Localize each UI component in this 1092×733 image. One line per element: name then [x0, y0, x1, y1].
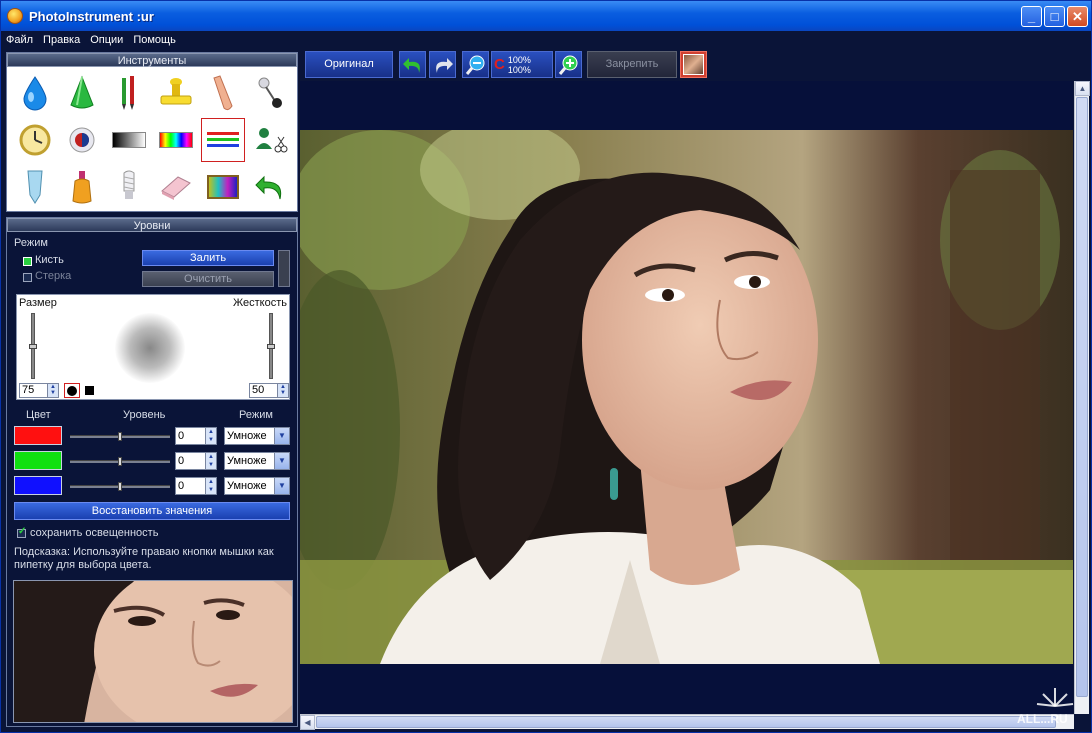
- brush-shape-square[interactable]: [85, 386, 94, 395]
- finger-icon[interactable]: [201, 71, 245, 115]
- brush-shape-round[interactable]: [64, 383, 80, 398]
- zoom-fit-button[interactable]: C 100% 100%: [491, 51, 553, 78]
- stamp-icon[interactable]: [154, 71, 198, 115]
- levels-icon[interactable]: [201, 118, 245, 162]
- image-canvas[interactable]: [300, 81, 1073, 714]
- minimize-button[interactable]: _: [1021, 6, 1042, 27]
- size-slider[interactable]: [29, 313, 37, 379]
- clone-scissors-icon[interactable]: [248, 118, 292, 162]
- fill-button[interactable]: Залить: [142, 250, 274, 266]
- preview-thumbnail: [13, 580, 293, 723]
- bottle-icon[interactable]: [60, 165, 104, 209]
- preserve-lightness-checkbox[interactable]: ✓: [17, 526, 26, 538]
- tube-icon[interactable]: [13, 165, 57, 209]
- clear-button[interactable]: Очистить: [142, 271, 274, 287]
- vertical-scroll-thumb[interactable]: [1076, 97, 1088, 697]
- menu-help[interactable]: Помощь: [128, 34, 181, 46]
- menu-edit[interactable]: Правка: [38, 34, 85, 46]
- mode-header: Режим: [239, 409, 273, 421]
- brushes-icon[interactable]: [107, 71, 151, 115]
- size-spinner[interactable]: 75 ▲ ▼: [19, 383, 59, 398]
- gradient-gray-icon[interactable]: [107, 118, 151, 162]
- tool-grid: [7, 67, 297, 212]
- cone-icon[interactable]: [60, 71, 104, 115]
- brush-label: Кисть: [35, 254, 64, 266]
- hardness-label: Жесткость: [232, 297, 287, 309]
- original-button[interactable]: Оригинал: [305, 51, 393, 78]
- channel-level-spinner[interactable]: 0 ▲ ▼: [175, 477, 217, 495]
- main-photo: [300, 130, 1073, 664]
- brush-settings-box: Размер Жесткость 75 ▲ ▼ 50 ▲ ▼: [16, 294, 290, 400]
- hardness-spinner[interactable]: 50 ▲ ▼: [249, 383, 289, 398]
- pin-icon[interactable]: [248, 71, 292, 115]
- channel-color-swatch[interactable]: [14, 426, 62, 445]
- app-icon: [7, 8, 23, 24]
- restore-values-button[interactable]: Восстановить значения: [14, 502, 290, 520]
- hint-text: Подсказка: Используйте праваю кнопки мыш…: [14, 546, 274, 571]
- color-header: Цвет: [26, 409, 51, 421]
- channel-mode-select[interactable]: Умноже ▼: [224, 452, 290, 470]
- app-window: PhotoInstrument :ur _ □ ✕ Файл Правка Оп…: [0, 0, 1092, 733]
- mini-scrollbar[interactable]: [278, 250, 290, 287]
- image-thumbnail-icon[interactable]: [680, 51, 707, 78]
- tools-panel: Инструменты: [6, 52, 298, 212]
- fit-magnet-icon: C: [494, 56, 505, 73]
- horizontal-scroll-thumb[interactable]: [316, 716, 1056, 728]
- undo-arrow-icon[interactable]: [248, 165, 292, 209]
- clock-icon[interactable]: [13, 118, 57, 162]
- undo-icon[interactable]: [399, 51, 426, 78]
- pin-button[interactable]: Закрепить: [587, 51, 677, 78]
- zoom-level-top: 100%: [507, 54, 531, 65]
- channel-level-slider[interactable]: [70, 457, 170, 466]
- horizontal-scrollbar[interactable]: ◀: [300, 714, 1074, 730]
- tools-panel-title: Инструменты: [7, 53, 297, 67]
- hardness-slider[interactable]: [267, 313, 275, 379]
- size-label: Размер: [19, 297, 57, 309]
- brush-preview: [115, 313, 185, 383]
- channel-color-swatch[interactable]: [14, 476, 62, 495]
- levels-panel-title: Уровни: [7, 218, 297, 232]
- title-bar[interactable]: PhotoInstrument :ur _ □ ✕: [1, 1, 1091, 31]
- spectrum-icon[interactable]: [154, 118, 198, 162]
- menu-options[interactable]: Опции: [85, 34, 128, 46]
- zoom-level-bottom: 100%: [507, 64, 531, 75]
- channel-level-slider[interactable]: [70, 482, 170, 491]
- level-header: Уровень: [123, 409, 166, 421]
- bulb-icon[interactable]: [107, 165, 151, 209]
- scroll-left-arrow[interactable]: ◀: [300, 715, 315, 730]
- zoom-in-icon[interactable]: [555, 51, 582, 78]
- channel-mode-select[interactable]: Умноже ▼: [224, 427, 290, 445]
- close-button[interactable]: ✕: [1067, 6, 1088, 27]
- brush-radio[interactable]: [23, 257, 32, 266]
- eraser-icon[interactable]: [154, 165, 198, 209]
- eraser-radio[interactable]: [23, 273, 32, 282]
- channel-level-spinner[interactable]: 0 ▲ ▼: [175, 452, 217, 470]
- mode-label: Режим: [14, 237, 48, 249]
- channel-mode-select[interactable]: Умноже ▼: [224, 477, 290, 495]
- preserve-lightness-label: сохранить освещенность: [30, 527, 159, 539]
- menu-bar: Файл Правка Опции Помощь: [1, 31, 1091, 49]
- zoom-out-icon[interactable]: [462, 51, 489, 78]
- menu-file[interactable]: Файл: [1, 34, 38, 46]
- maximize-button[interactable]: □: [1044, 6, 1065, 27]
- channel-level-slider[interactable]: [70, 432, 170, 441]
- vertical-scrollbar[interactable]: ▲: [1074, 81, 1090, 714]
- redo-icon[interactable]: [429, 51, 456, 78]
- channel-level-spinner[interactable]: 0 ▲ ▼: [175, 427, 217, 445]
- channel-color-swatch[interactable]: [14, 451, 62, 470]
- window-title: PhotoInstrument :ur: [29, 8, 154, 24]
- eraser-label: Стерка: [35, 270, 72, 282]
- scroll-up-arrow[interactable]: ▲: [1075, 81, 1090, 96]
- eye-icon[interactable]: [60, 118, 104, 162]
- tv-icon[interactable]: [201, 165, 245, 209]
- watermark-logo: ALL...RU: [1017, 684, 1091, 732]
- watermark-text: ALL...RU: [1017, 712, 1068, 726]
- levels-panel: Уровни Режим Кисть Стерка Залить Очистит…: [6, 217, 298, 727]
- drop-icon[interactable]: [13, 71, 57, 115]
